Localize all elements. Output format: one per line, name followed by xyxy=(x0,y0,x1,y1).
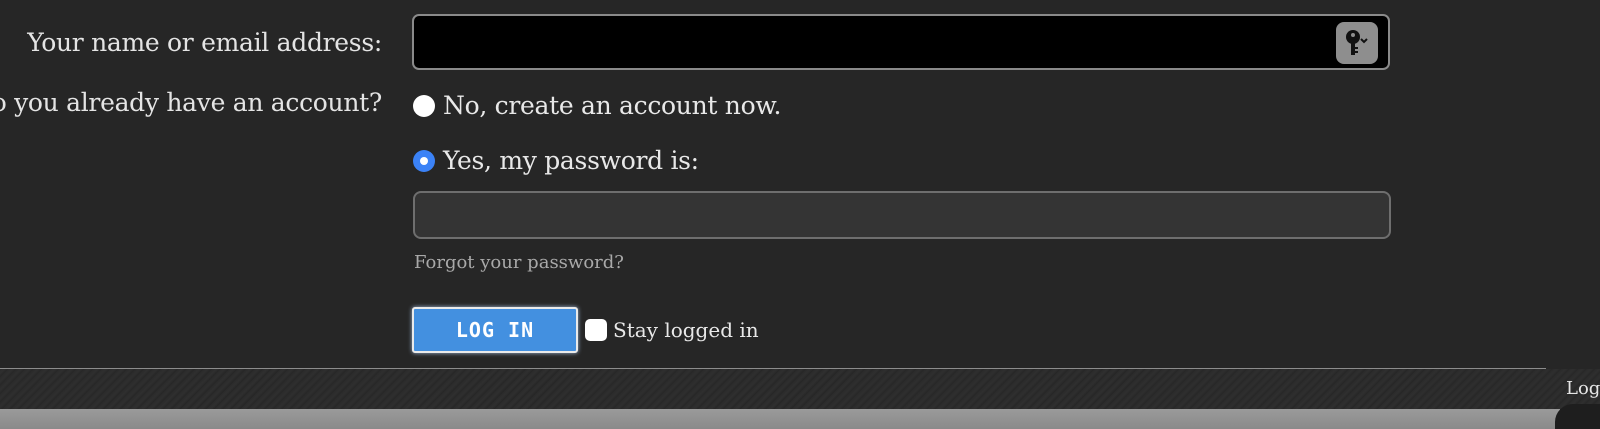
stay-logged-in-label: Stay logged in xyxy=(613,318,759,342)
radio-yes-label: Yes, my password is: xyxy=(443,146,699,175)
login-button[interactable]: LOG IN xyxy=(412,307,578,353)
radio-no-icon[interactable] xyxy=(413,94,435,117)
radio-no-label: No, create an account now. xyxy=(443,91,782,120)
account-question-label: Do you already have an account? xyxy=(0,88,382,117)
key-icon xyxy=(1346,30,1368,55)
radio-yes-icon[interactable] xyxy=(413,149,435,172)
email-label: Your name or email address: xyxy=(27,28,382,57)
radio-no-account[interactable]: No, create an account now. xyxy=(413,91,781,120)
footer-bar-edge xyxy=(1555,404,1600,429)
footer-background xyxy=(0,369,1600,409)
footer-log-link[interactable]: Log xyxy=(1566,378,1600,399)
footer-bar xyxy=(0,409,1560,429)
email-field[interactable] xyxy=(412,14,1390,70)
password-manager-button[interactable] xyxy=(1336,22,1378,64)
radio-has-account[interactable]: Yes, my password is: xyxy=(413,146,699,175)
stay-logged-in-checkbox[interactable] xyxy=(585,319,607,341)
password-field[interactable] xyxy=(413,191,1391,239)
chevron-down-icon xyxy=(1360,38,1368,44)
stay-logged-in[interactable]: Stay logged in xyxy=(585,318,759,342)
forgot-password-link[interactable]: Forgot your password? xyxy=(414,252,624,273)
